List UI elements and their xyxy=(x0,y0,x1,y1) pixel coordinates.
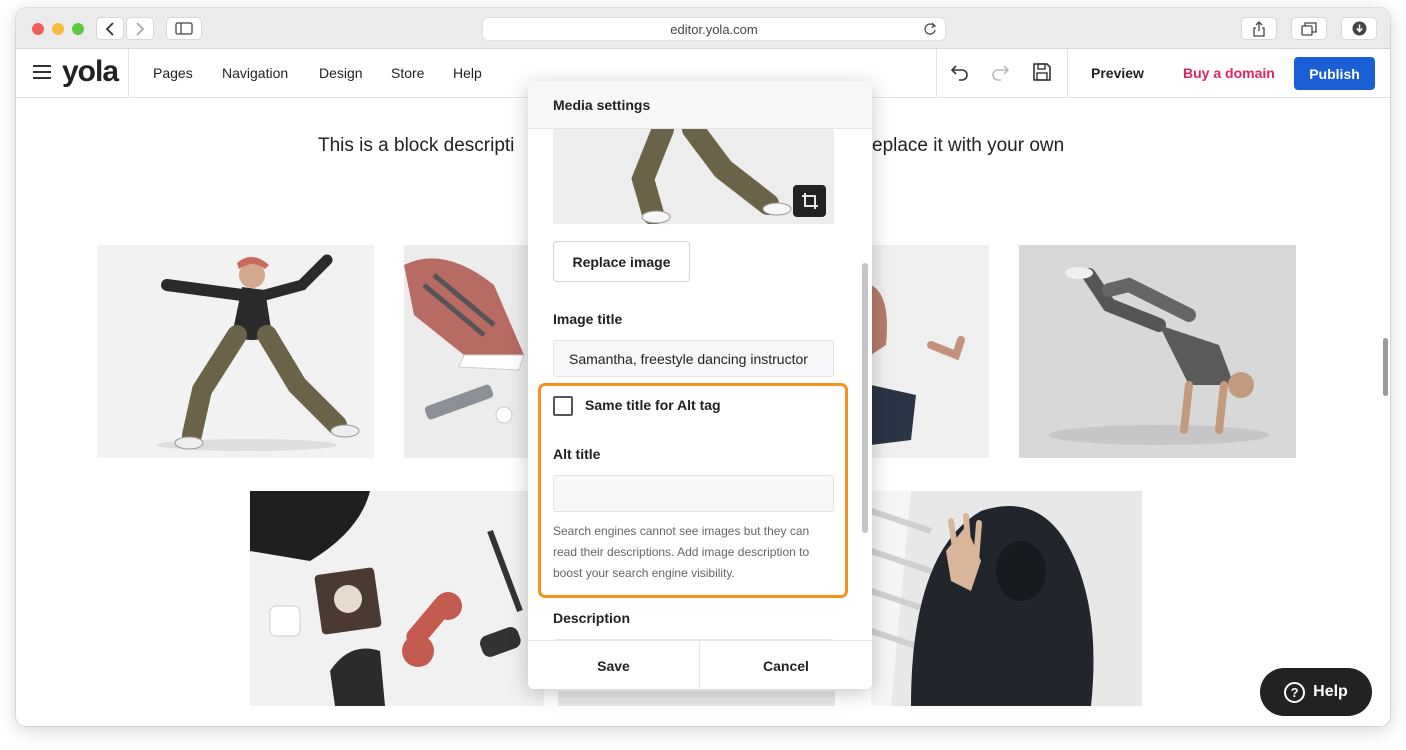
alt-title-hint: Search engines cannot see images but the… xyxy=(553,524,810,580)
tabs-icon xyxy=(1301,21,1317,36)
dialog-body: Replace image Image title Samantha, free… xyxy=(528,129,872,640)
maximize-window-button[interactable] xyxy=(72,23,84,35)
browser-window: editor.yola.com yola Pages Navigation De… xyxy=(16,8,1390,726)
media-settings-dialog: Media settings Replace image Image title… xyxy=(528,81,872,689)
help-button[interactable]: ? Help xyxy=(1260,668,1372,716)
yola-logo[interactable]: yola xyxy=(62,55,119,89)
image-title-input[interactable]: Samantha, freestyle dancing instructor xyxy=(553,340,834,377)
hoodie-photo-icon xyxy=(871,491,1094,706)
page-scrollbar[interactable] xyxy=(1383,338,1388,396)
reload-icon[interactable] xyxy=(923,22,937,36)
block-description-continued[interactable]: eplace it with your own xyxy=(872,135,1064,157)
image-title-label: Image title xyxy=(553,311,623,327)
publish-button[interactable]: Publish xyxy=(1294,57,1375,90)
dancer-preview-icon xyxy=(553,129,834,224)
sneakers-photo-icon xyxy=(404,258,525,424)
sidebar-icon xyxy=(175,22,193,35)
cancel-button[interactable]: Cancel xyxy=(700,641,872,689)
hamburger-menu-icon[interactable] xyxy=(33,65,51,79)
nav-design[interactable]: Design xyxy=(319,65,363,81)
downloads-button[interactable] xyxy=(1341,17,1377,40)
image-preview xyxy=(553,129,834,224)
url-text: editor.yola.com xyxy=(670,21,758,37)
crop-icon xyxy=(801,193,818,209)
nav-help[interactable]: Help xyxy=(453,65,482,81)
divider xyxy=(936,49,937,98)
same-title-checkbox[interactable] xyxy=(553,396,573,416)
same-title-checkbox-label[interactable]: Same title for Alt tag xyxy=(585,397,721,413)
download-icon xyxy=(1352,21,1366,36)
crop-button[interactable] xyxy=(793,185,826,217)
undo-icon[interactable] xyxy=(951,62,969,82)
sidebar-toggle-button[interactable] xyxy=(166,17,202,40)
description-label: Description xyxy=(553,610,631,626)
gallery-image-gym-kit[interactable] xyxy=(250,491,544,706)
dialog-header: Media settings xyxy=(528,81,872,129)
replace-image-button[interactable]: Replace image xyxy=(553,241,690,282)
breakdancer-photo-icon xyxy=(1049,267,1269,445)
nav-store[interactable]: Store xyxy=(391,65,424,81)
alt-title-label: Alt title xyxy=(553,446,601,462)
share-icon xyxy=(1253,20,1265,37)
forward-button[interactable] xyxy=(126,17,154,40)
nav-pages[interactable]: Pages xyxy=(153,65,193,81)
dialog-title: Media settings xyxy=(553,97,651,113)
question-icon: ? xyxy=(1284,681,1306,703)
tabs-overview-button[interactable] xyxy=(1291,17,1327,40)
runner-photo-icon xyxy=(871,285,965,445)
buy-domain-button[interactable]: Buy a domain xyxy=(1183,65,1275,81)
gallery-image-dancer[interactable] xyxy=(97,245,374,458)
gallery-image-runner[interactable] xyxy=(871,245,989,458)
preview-button[interactable]: Preview xyxy=(1091,65,1144,81)
dialog-footer: Save Cancel xyxy=(528,640,872,689)
gallery-image-hoodie[interactable] xyxy=(871,491,1142,706)
close-window-button[interactable] xyxy=(32,23,44,35)
redo-icon[interactable] xyxy=(991,62,1009,82)
block-description[interactable]: This is a block descripti xyxy=(318,135,514,157)
gallery-image-sneakers[interactable] xyxy=(404,245,544,458)
back-button[interactable] xyxy=(96,17,124,40)
gym-kit-photo-icon xyxy=(250,491,523,706)
alt-title-input[interactable] xyxy=(553,475,834,512)
gallery-image-breakdancer[interactable] xyxy=(1019,245,1296,458)
dancer-photo-icon xyxy=(157,254,360,451)
dialog-scrollbar[interactable] xyxy=(862,263,868,533)
chevron-right-icon xyxy=(136,21,145,36)
chevron-left-icon xyxy=(105,21,114,36)
browser-toolbar: editor.yola.com xyxy=(16,8,1390,49)
help-button-label: Help xyxy=(1313,683,1348,700)
divider xyxy=(1067,49,1068,98)
nav-navigation[interactable]: Navigation xyxy=(222,65,288,81)
gallery-image-hidden[interactable] xyxy=(558,691,835,706)
save-button[interactable]: Save xyxy=(528,641,700,689)
minimize-window-button[interactable] xyxy=(52,23,64,35)
divider xyxy=(128,49,129,98)
share-button[interactable] xyxy=(1241,17,1277,40)
save-icon[interactable] xyxy=(1032,62,1052,82)
address-bar[interactable]: editor.yola.com xyxy=(482,17,946,41)
